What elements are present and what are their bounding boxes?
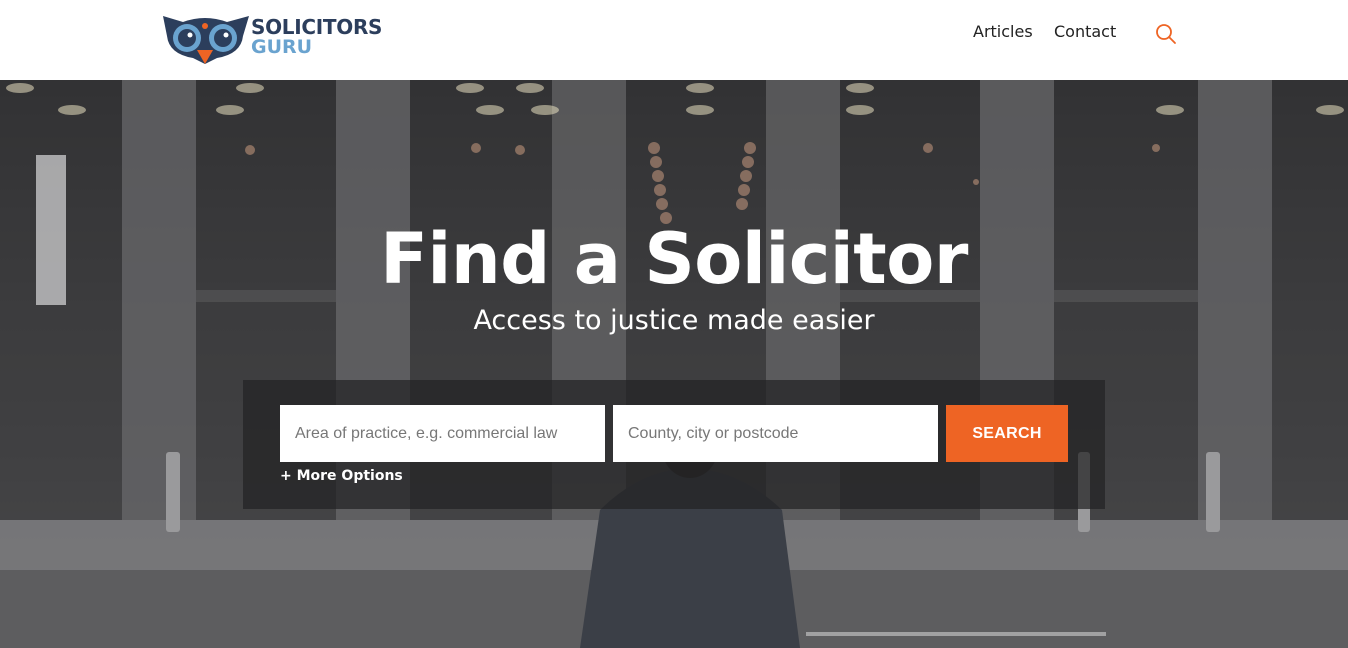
hero-title: Find a Solicitor bbox=[380, 218, 968, 300]
site-logo[interactable]: SOLICITORS GURU bbox=[161, 14, 382, 66]
nav-contact-link[interactable]: Contact bbox=[1054, 22, 1116, 41]
search-button[interactable]: SEARCH bbox=[946, 405, 1068, 462]
hero-background-image bbox=[0, 80, 1348, 648]
site-header: SOLICITORS GURU Articles Contact bbox=[0, 0, 1348, 80]
search-panel: SEARCH + More Options bbox=[243, 380, 1105, 509]
hero-section: Find a Solicitor Access to justice made … bbox=[0, 80, 1348, 648]
search-icon bbox=[1156, 24, 1176, 44]
owl-logo-icon bbox=[163, 16, 249, 64]
logo-wordmark: SOLICITORS GURU bbox=[251, 17, 382, 57]
logo-line-2: GURU bbox=[251, 36, 313, 58]
hero-subtitle: Access to justice made easier bbox=[473, 305, 875, 336]
location-input[interactable] bbox=[613, 405, 938, 462]
nav-articles-link[interactable]: Articles bbox=[973, 22, 1033, 41]
search-toggle-button[interactable] bbox=[1154, 22, 1178, 46]
practice-area-input[interactable] bbox=[280, 405, 605, 462]
logo-line-1: SOLICITORS bbox=[251, 15, 383, 39]
more-options-link[interactable]: + More Options bbox=[280, 468, 403, 484]
